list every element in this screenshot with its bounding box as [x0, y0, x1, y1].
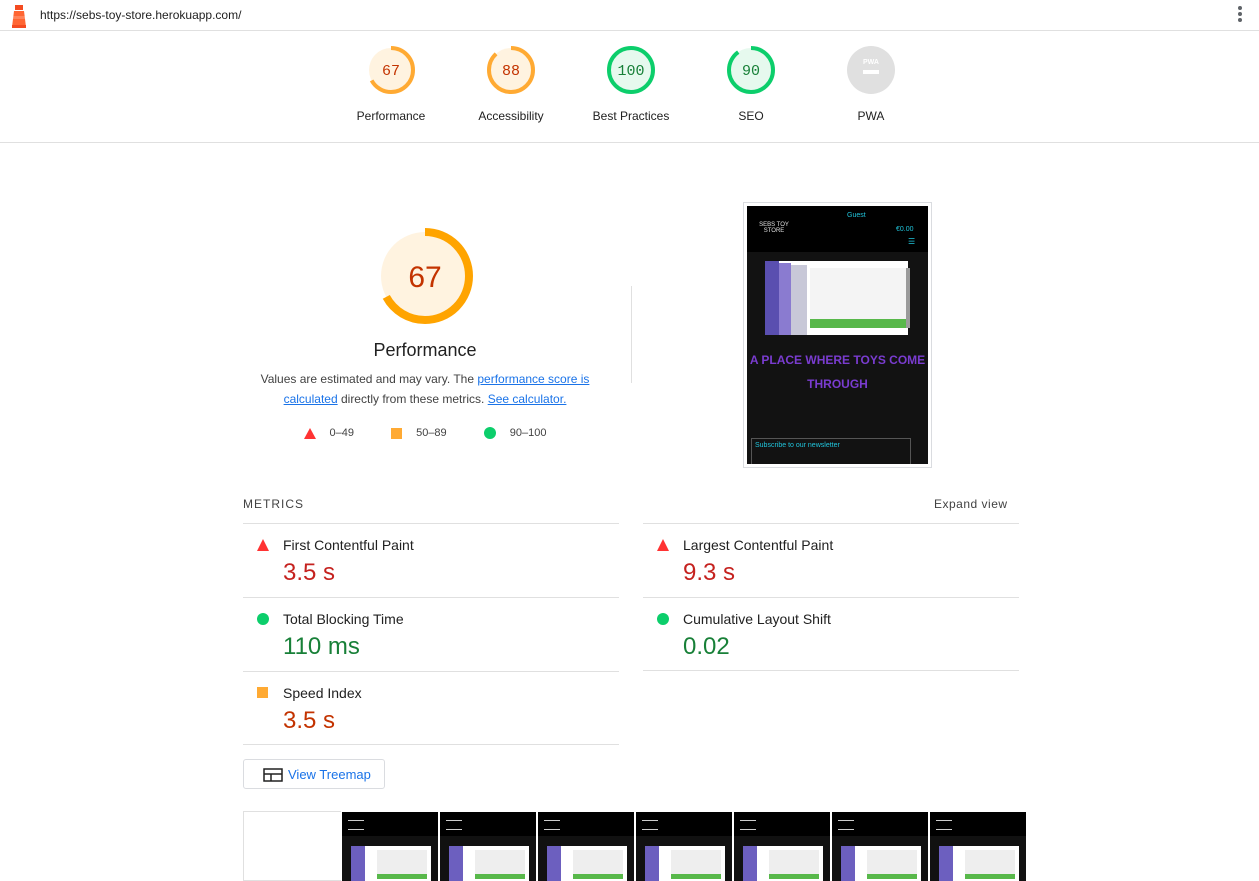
- gauge-label: PWA: [857, 109, 885, 123]
- average-square-icon: [257, 687, 268, 698]
- site-logo: SEBS TOY STORE: [759, 222, 789, 234]
- top-bar: https://sebs-toy-store.herokuapp.com/: [0, 0, 1259, 31]
- gauge-label: Best Practices: [592, 109, 670, 123]
- site-tagline: A PLACE WHERE TOYS COME THROUGH: [749, 353, 926, 391]
- performance-score: 67: [408, 261, 441, 294]
- category-gauges: 67 Performance 88 Accessibility 100 Best…: [0, 31, 1259, 143]
- pass-circle-icon: [257, 613, 269, 625]
- metric-total-blocking-time: Total Blocking Time 110 ms: [243, 597, 619, 671]
- fail-triangle-icon: [257, 539, 269, 551]
- gauge-ring: 67: [367, 46, 415, 94]
- triangle-icon: [303, 427, 316, 439]
- gauge-label: SEO: [738, 109, 764, 123]
- section-divider: [631, 286, 632, 383]
- metric-cumulative-layout-shift: Cumulative Layout Shift 0.02: [643, 597, 1019, 671]
- filmstrip-frame: [342, 812, 438, 881]
- filmstrip-frame: [734, 812, 830, 881]
- lighthouse-icon: [12, 5, 26, 28]
- gauge-score: 100: [617, 63, 644, 80]
- filmstrip-blank-frame: [243, 811, 341, 881]
- circle-icon: [483, 427, 496, 440]
- pwa-badge-icon: PWA: [847, 46, 895, 94]
- performance-gauge: 67: [377, 228, 473, 324]
- metric-speed-index: Speed Index 3.5 s: [243, 671, 619, 745]
- metric-value: 3.5 s: [283, 707, 336, 734]
- legend-fail: 0–49: [303, 427, 354, 439]
- gauge-seo[interactable]: 90 SEO: [696, 45, 806, 123]
- gauge-score: 88: [502, 63, 520, 80]
- performance-title: Performance: [373, 340, 477, 360]
- gauge-label: Performance: [356, 109, 426, 123]
- metric-value: 3.5 s: [283, 559, 336, 586]
- more-menu-icon[interactable]: [1237, 6, 1243, 24]
- metric-value: 110 ms: [283, 633, 360, 660]
- score-legend: 0–49 50–89 90–100: [244, 427, 606, 440]
- view-treemap-button[interactable]: View Treemap: [243, 759, 385, 789]
- gauge-accessibility[interactable]: 88 Accessibility: [456, 45, 566, 123]
- gauge-performance[interactable]: 67 Performance: [336, 45, 446, 123]
- gauge-score: 90: [742, 63, 760, 80]
- final-screenshot[interactable]: SEBS TOY STORE Guest €0.00 ☰ A PLACE WHE…: [743, 202, 932, 468]
- fail-triangle-icon: [657, 539, 669, 551]
- filmstrip: [243, 811, 1033, 881]
- metric-value: 0.02: [683, 633, 730, 660]
- performance-summary: 67 Performance Values are estimated and …: [244, 226, 606, 440]
- filmstrip-frame: [538, 812, 634, 881]
- filmstrip-frame: [440, 812, 536, 881]
- legend-pass: 90–100: [483, 427, 546, 440]
- metrics-heading: METRICS: [243, 497, 304, 511]
- guest-label: Guest: [847, 212, 866, 219]
- filmstrip-frame: [832, 812, 928, 881]
- gauge-ring: 90: [727, 46, 775, 94]
- square-icon: [391, 427, 403, 439]
- pass-circle-icon: [657, 613, 669, 625]
- see-calculator-link[interactable]: See calculator.: [488, 392, 567, 406]
- performance-description: Values are estimated and may vary. The p…: [260, 372, 590, 406]
- metric-value: 9.3 s: [683, 559, 736, 586]
- gauge-pwa[interactable]: PWA PWA: [816, 45, 926, 123]
- gauge-ring: 100: [607, 46, 655, 94]
- gauge-score: 67: [382, 63, 400, 80]
- pwa-badge-text: PWA: [863, 59, 879, 66]
- treemap-icon: [263, 768, 283, 782]
- gauge-best-practices[interactable]: 100 Best Practices: [576, 45, 686, 123]
- metric-first-contentful-paint: First Contentful Paint 3.5 s: [243, 523, 619, 597]
- page-url: https://sebs-toy-store.herokuapp.com/: [40, 8, 242, 22]
- expand-view-button[interactable]: Expand view: [934, 497, 1008, 511]
- gauge-label: Accessibility: [478, 109, 544, 123]
- gauge-ring: 88: [487, 46, 535, 94]
- filmstrip-frame: [636, 812, 732, 881]
- filmstrip-frame: [930, 812, 1026, 881]
- hamburger-icon: ☰: [908, 237, 916, 246]
- hero-image: [765, 261, 910, 335]
- cart-total: €0.00: [896, 226, 914, 233]
- metric-largest-contentful-paint: Largest Contentful Paint 9.3 s: [643, 523, 1019, 597]
- newsletter-box: Subscribe to our newsletter: [751, 438, 911, 464]
- legend-average: 50–89: [391, 427, 447, 439]
